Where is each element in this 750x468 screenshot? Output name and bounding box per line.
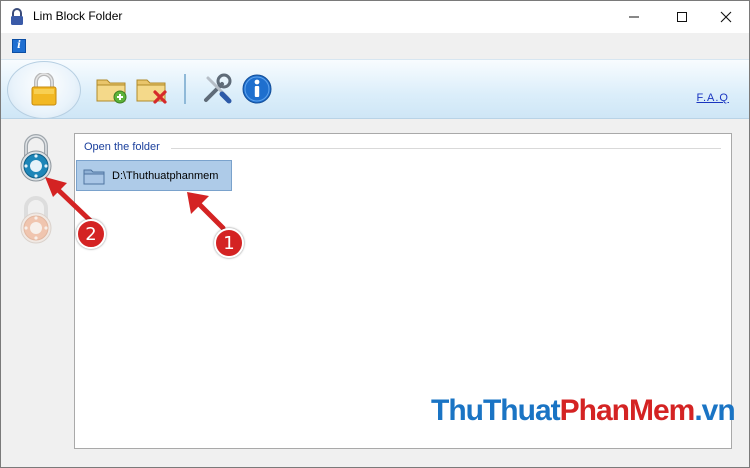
lock-icon (31, 73, 57, 106)
watermark-part-1: ThuThuat (431, 394, 561, 427)
minimize-icon (629, 16, 639, 18)
annotation-badge-2: 2 (76, 219, 106, 249)
app-window: Lim Block Folder i F.A.Q Open the folder… (0, 0, 750, 468)
padlock-app-icon (11, 8, 23, 25)
close-button[interactable] (703, 1, 749, 33)
group-title: Open the folder (84, 141, 164, 153)
maximize-button[interactable] (659, 1, 705, 33)
watermark-part-3: .vn (694, 394, 735, 427)
annotation-badge-1: 1 (214, 228, 244, 258)
group-divider (171, 148, 721, 149)
maximize-icon (677, 12, 687, 22)
about-info-icon[interactable]: i (12, 39, 26, 53)
menu-row: i (1, 33, 749, 59)
remove-folder-icon[interactable] (135, 72, 169, 106)
toolbar-separator (184, 74, 186, 104)
tools-icon[interactable] (200, 72, 234, 106)
minimize-button[interactable] (611, 1, 657, 33)
faq-link[interactable]: F.A.Q (696, 92, 729, 104)
toolbar: F.A.Q (1, 59, 749, 119)
watermark-logo: ThuThuatPhanMem.vn (431, 394, 736, 428)
add-folder-icon[interactable] (95, 72, 129, 106)
title-bar: Lim Block Folder (1, 1, 749, 33)
lock-button[interactable] (7, 61, 81, 119)
watermark-part-2: PhanMem (559, 394, 696, 427)
info-icon[interactable] (240, 72, 274, 106)
close-icon (720, 11, 732, 23)
window-title: Lim Block Folder (33, 9, 123, 23)
